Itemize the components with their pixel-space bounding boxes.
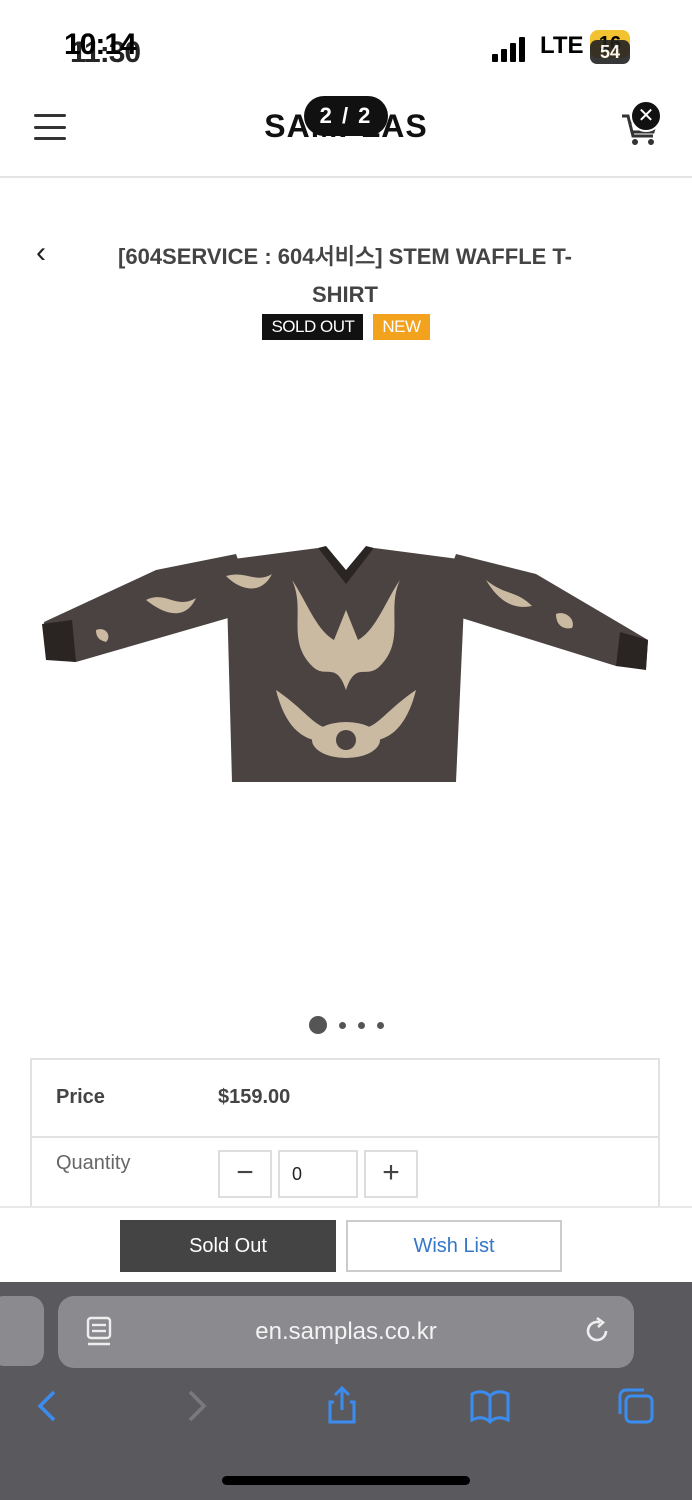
back-icon[interactable] bbox=[28, 1386, 68, 1426]
quantity-increase-button[interactable]: + bbox=[364, 1150, 418, 1198]
reload-icon[interactable] bbox=[582, 1316, 612, 1346]
carousel-dot[interactable] bbox=[376, 1021, 384, 1029]
price-row: Price $159.00 bbox=[32, 1060, 658, 1138]
carousel-dots[interactable] bbox=[0, 1016, 692, 1034]
new-badge: NEW bbox=[373, 314, 430, 340]
home-indicator bbox=[222, 1476, 470, 1485]
url-text: en.samplas.co.kr bbox=[255, 1318, 437, 1345]
signal-icon bbox=[492, 36, 525, 62]
quantity-input[interactable]: 0 bbox=[278, 1150, 358, 1198]
price-value: $159.00 bbox=[218, 1086, 291, 1108]
wish-list-button[interactable]: Wish List bbox=[346, 1220, 562, 1272]
carousel-dot[interactable] bbox=[357, 1021, 365, 1029]
quantity-decrease-button[interactable]: − bbox=[218, 1150, 272, 1198]
carousel-dot[interactable] bbox=[308, 1016, 327, 1034]
tabs-icon[interactable] bbox=[616, 1386, 656, 1426]
close-icon[interactable]: ✕ bbox=[630, 100, 662, 132]
badge-group: SOLD OUT NEW bbox=[0, 314, 692, 340]
quantity-row: Quantity − 0 + bbox=[32, 1138, 658, 1216]
product-title: [604SERVICE : 604서비스] STEM WAFFLE T-SHIR… bbox=[118, 244, 572, 307]
forward-icon[interactable] bbox=[176, 1386, 216, 1426]
battery-icon-overlay: 54 bbox=[590, 40, 630, 64]
bookmarks-icon[interactable] bbox=[470, 1386, 510, 1426]
address-bar[interactable]: en.samplas.co.kr bbox=[58, 1296, 634, 1368]
carousel-dot[interactable] bbox=[338, 1021, 346, 1029]
action-bar: Sold Out Wish List bbox=[0, 1206, 692, 1284]
image-counter-badge: 2 / 2 bbox=[304, 96, 388, 136]
sold-out-badge: SOLD OUT bbox=[262, 314, 364, 340]
sold-out-button[interactable]: Sold Out bbox=[120, 1220, 336, 1272]
price-label: Price bbox=[56, 1086, 105, 1108]
status-time-overlay: 11:30 bbox=[70, 36, 141, 69]
product-info-table: Price $159.00 Quantity − 0 + bbox=[30, 1058, 660, 1216]
quantity-stepper: − 0 + bbox=[218, 1150, 418, 1198]
product-image[interactable] bbox=[36, 540, 656, 800]
back-chevron-icon[interactable]: ‹ bbox=[36, 236, 46, 270]
site-header: SAMPLAS 2 / 2 ✕ bbox=[0, 80, 692, 178]
status-bar: 10:14 11:30 LTE 16 54 bbox=[0, 0, 692, 80]
browser-toolbar: en.samplas.co.kr bbox=[0, 1282, 692, 1500]
quantity-label: Quantity bbox=[56, 1152, 131, 1174]
network-type: LTE bbox=[540, 32, 584, 59]
share-icon[interactable] bbox=[322, 1386, 362, 1426]
previous-tab-preview[interactable] bbox=[0, 1296, 44, 1366]
